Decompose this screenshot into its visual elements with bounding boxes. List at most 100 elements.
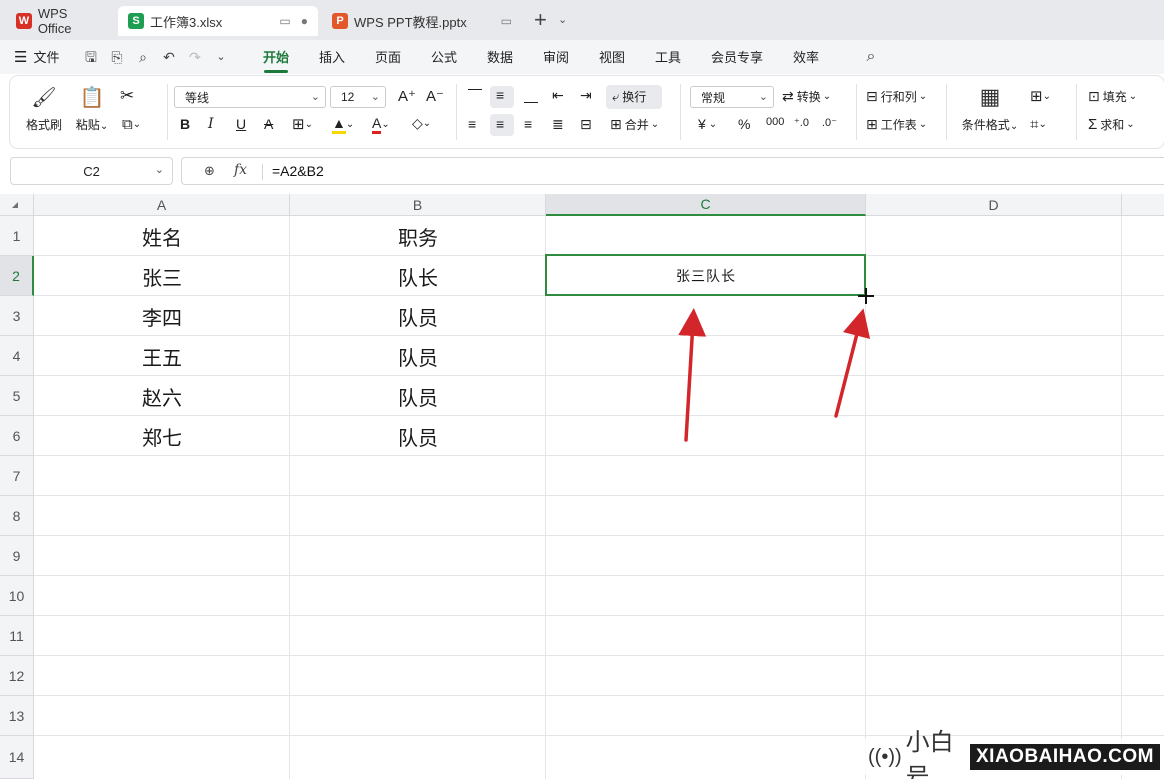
decrease-font-icon[interactable]: A⁻: [426, 87, 444, 105]
screen-icon[interactable]: ▭: [501, 14, 512, 28]
redo-icon[interactable]: ↷: [186, 48, 204, 66]
print-preview-icon[interactable]: ⌕: [134, 48, 152, 66]
number-format-select[interactable]: 常规 ⌄: [690, 86, 774, 108]
conditional-format-button[interactable]: ▦ 条件格式⌄: [958, 84, 1022, 133]
select-all-button[interactable]: [0, 194, 34, 216]
row-header-7[interactable]: 7: [0, 456, 34, 496]
tab-efficiency[interactable]: 效率: [793, 47, 819, 66]
decrease-decimal-icon[interactable]: .0⁻: [822, 116, 837, 129]
align-bottom-icon[interactable]: ⎽: [524, 87, 538, 104]
tab-ppt[interactable]: P WPS PPT教程.pptx ▭: [322, 6, 522, 36]
search-icon[interactable]: ⌕: [862, 48, 880, 66]
justify-icon[interactable]: ≣: [552, 116, 564, 133]
cell-b6[interactable]: 队员: [290, 416, 546, 456]
rows-cols-button[interactable]: ⊟ 行和列 ⌄: [866, 88, 927, 105]
increase-indent-icon[interactable]: ⇥: [580, 87, 592, 104]
formula-input[interactable]: =A2&B2: [272, 163, 324, 179]
cell-a4[interactable]: 王五: [34, 336, 290, 376]
underline-icon[interactable]: U: [236, 116, 246, 132]
row-header-3[interactable]: 3: [0, 296, 34, 336]
name-box[interactable]: C2 ⌄: [10, 157, 173, 185]
row-header-5[interactable]: 5: [0, 376, 34, 416]
fill-button[interactable]: ⊡ 填充 ⌄: [1088, 88, 1137, 105]
row-header-14[interactable]: 14: [0, 736, 34, 779]
align-top-icon[interactable]: ⎺: [468, 87, 482, 104]
percent-icon[interactable]: %: [738, 116, 750, 132]
cut-icon[interactable]: ✂: [120, 86, 134, 106]
save-icon[interactable]: 🖫: [82, 48, 100, 66]
cell-a1[interactable]: 姓名: [34, 216, 290, 256]
border-icon[interactable]: ⊞ ⌄: [292, 115, 313, 133]
clear-format-icon[interactable]: ◇ ⌄: [412, 115, 431, 132]
row-header-8[interactable]: 8: [0, 496, 34, 536]
formula-bar[interactable]: ⊕ fx =A2&B2: [181, 157, 1164, 185]
undo-icon[interactable]: ↶: [160, 48, 178, 66]
cell-b5[interactable]: 队员: [290, 376, 546, 416]
row-header-11[interactable]: 11: [0, 616, 34, 656]
row-header-13[interactable]: 13: [0, 696, 34, 736]
cell-b4[interactable]: 队员: [290, 336, 546, 376]
column-header-c[interactable]: C: [546, 194, 866, 216]
cell-a6[interactable]: 郑七: [34, 416, 290, 456]
font-size-select[interactable]: 12 ⌄: [330, 86, 386, 108]
italic-icon[interactable]: I: [208, 116, 214, 132]
column-header-a[interactable]: A: [34, 194, 290, 216]
tab-workbook[interactable]: S 工作簿3.xlsx ▭ ●: [118, 6, 318, 36]
cell-border-icon[interactable]: ⌗ ⌄: [1030, 116, 1047, 133]
row-header-6[interactable]: 6: [0, 416, 34, 456]
cell-b1[interactable]: 职务: [290, 216, 546, 256]
zoom-icon[interactable]: ⊕: [204, 163, 215, 179]
column-header-e[interactable]: [1122, 194, 1164, 216]
cell-a3[interactable]: 李四: [34, 296, 290, 336]
column-header-d[interactable]: D: [866, 194, 1122, 216]
copy-icon[interactable]: ⧉ ⌄: [122, 116, 141, 133]
column-header-b[interactable]: B: [290, 194, 546, 216]
row-header-2[interactable]: 2: [0, 256, 34, 296]
new-tab-plus-icon[interactable]: +: [534, 9, 547, 31]
tab-formula[interactable]: 公式: [431, 47, 457, 66]
cell-b2[interactable]: 队长: [290, 256, 546, 296]
tab-home[interactable]: 开始: [263, 47, 289, 66]
paste-button[interactable]: 📋 粘贴⌄: [72, 84, 112, 133]
cell-a2[interactable]: 张三: [34, 256, 290, 296]
cell-a5[interactable]: 赵六: [34, 376, 290, 416]
tab-view[interactable]: 视图: [599, 47, 625, 66]
row-header-10[interactable]: 10: [0, 576, 34, 616]
distribute-icon[interactable]: ⊟: [580, 116, 592, 133]
align-left-icon[interactable]: ≡: [468, 116, 476, 132]
fill-color-icon[interactable]: ▲ ⌄: [332, 115, 354, 134]
tab-insert[interactable]: 插入: [319, 47, 345, 66]
chevron-down-icon[interactable]: ⌄: [155, 163, 164, 176]
tab-member[interactable]: 会员专享: [711, 47, 763, 66]
tab-data[interactable]: 数据: [487, 47, 513, 66]
fill-handle-crosshair-icon[interactable]: [858, 288, 874, 304]
increase-decimal-icon[interactable]: ⁺.0: [794, 116, 809, 129]
sum-button[interactable]: Σ 求和 ⌄: [1088, 116, 1135, 133]
merge-button[interactable]: ⊞ 合并 ⌄: [610, 116, 659, 133]
bold-icon[interactable]: B: [180, 116, 190, 132]
tab-tools[interactable]: 工具: [655, 47, 681, 66]
cell-b3[interactable]: 队员: [290, 296, 546, 336]
tab-page[interactable]: 页面: [375, 47, 401, 66]
align-right-icon[interactable]: ≡: [524, 116, 532, 132]
row-header-1[interactable]: 1: [0, 216, 34, 256]
row-header-4[interactable]: 4: [0, 336, 34, 376]
screen-icon[interactable]: ▭: [279, 14, 290, 28]
font-name-select[interactable]: 等线 ⌄: [174, 86, 326, 108]
currency-icon[interactable]: ¥ ⌄: [698, 116, 717, 132]
decrease-indent-icon[interactable]: ⇤: [552, 87, 564, 104]
chevron-down-icon[interactable]: ⌄: [558, 13, 567, 26]
convert-button[interactable]: ⇄ 转换 ⌄: [782, 88, 831, 105]
format-painter-button[interactable]: 🖌 格式刷: [24, 84, 64, 133]
row-header-12[interactable]: 12: [0, 656, 34, 696]
thousands-icon[interactable]: 000: [766, 116, 784, 128]
chevron-down-icon[interactable]: ⌄: [212, 48, 230, 66]
tab-wps-office[interactable]: W WPS Office: [6, 6, 114, 36]
worksheet-button[interactable]: ⊞ 工作表 ⌄: [866, 116, 927, 133]
row-header-9[interactable]: 9: [0, 536, 34, 576]
fx-icon[interactable]: fx: [234, 162, 247, 178]
unsaved-dot-icon[interactable]: ●: [301, 14, 308, 28]
increase-font-icon[interactable]: A⁺: [398, 87, 416, 105]
share-icon[interactable]: ⎘: [108, 48, 126, 66]
file-menu[interactable]: ☰ 文件: [14, 47, 59, 66]
